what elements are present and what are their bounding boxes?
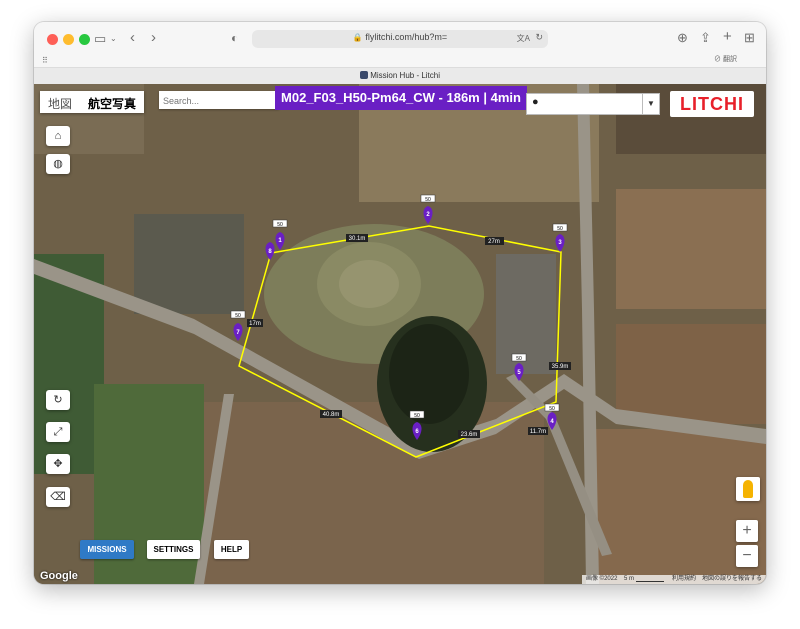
terms-link[interactable]: 利用規約 [672, 575, 696, 584]
waypoint-altitude: 50 [425, 197, 431, 203]
map-type-option-selected[interactable]: 航空写真 [80, 91, 144, 113]
eraser-icon: ⌫ [50, 491, 66, 503]
address-bar[interactable]: 🔒 flylitchi.com/hub?m= 文A ↻ [252, 30, 548, 48]
user-icon: ● [532, 96, 539, 108]
zoom-in-button[interactable]: + [736, 520, 758, 542]
extensions-grid-icon[interactable]: ⠿ [42, 54, 48, 68]
segment-label: 27m [488, 239, 500, 245]
close-window-button[interactable] [47, 34, 58, 45]
reload-icon[interactable]: ↻ [535, 32, 543, 43]
move-button[interactable]: ✥ [46, 454, 70, 474]
search-box[interactable] [159, 91, 279, 110]
search-input[interactable] [159, 92, 279, 110]
segment-label: 11.7m [530, 429, 546, 435]
satellite-map[interactable]: 30.1m 27m 35.9m 11.7m 23.6m 40.8m 17m 50… [34, 84, 766, 584]
map-view[interactable]: 30.1m 27m 35.9m 11.7m 23.6m 40.8m 17m 50… [34, 84, 766, 584]
litchi-logo[interactable]: LITCHI [670, 91, 754, 117]
map-type-toggle[interactable]: 地図 航空写真 [40, 91, 145, 113]
map-type-option[interactable]: 地図 [40, 91, 80, 113]
waypoint-altitude: 50 [557, 226, 563, 232]
tab-bar: Mission Hub - Litchi [34, 67, 766, 85]
mission-title: M02_F03_H50-Pm64_CW - 186m | 4min [275, 86, 527, 110]
help-button[interactable]: HELP [214, 540, 249, 559]
tab-title: Mission Hub - Litchi [370, 71, 441, 80]
waypoint-altitude: 50 [549, 406, 555, 412]
scale-bar [636, 581, 664, 582]
imagery-credit: 画像 ©2022 [586, 576, 618, 582]
pegman-icon [743, 480, 753, 498]
share-icon[interactable]: ⇪ [700, 31, 711, 45]
map-scale[interactable]: 5 m [624, 575, 634, 584]
zoom-out-button[interactable]: − [736, 545, 758, 567]
user-select[interactable]: ● ▼ [526, 93, 660, 115]
zoom-window-button[interactable] [79, 34, 90, 45]
missions-button[interactable]: MISSIONS [80, 540, 134, 559]
globe-button[interactable]: ◍ [46, 154, 70, 174]
browser-window: ▭ ⌄ ‹ › ◐ 🔒 flylitchi.com/hub?m= 文A ↻ ⊕ … [34, 22, 766, 584]
waypoint-altitude: 50 [235, 313, 241, 319]
chevron-down-icon[interactable]: ⌄ [110, 32, 117, 46]
waypoint-altitude: 50 [414, 413, 420, 419]
segment-label: 30.1m [349, 236, 366, 242]
forward-icon[interactable]: › [151, 30, 156, 45]
dropdown-arrow-icon[interactable]: ▼ [642, 94, 659, 114]
home-icon: ⌂ [54, 130, 62, 142]
active-tab[interactable]: Mission Hub - Litchi [34, 71, 766, 80]
minimize-window-button[interactable] [63, 34, 74, 45]
lock-icon: 🔒 [352, 33, 363, 42]
translate-label: 翻訳 [722, 56, 737, 63]
street-view-pegman[interactable] [736, 477, 760, 501]
expand-button[interactable]: ⤢ [46, 422, 70, 442]
move-icon: ✥ [53, 458, 63, 470]
translate-extension[interactable]: ⊘ 翻訳 [714, 54, 737, 64]
sidebar-toggle-icon[interactable]: ▭ [94, 32, 106, 46]
waypoint-altitude: 50 [516, 356, 522, 362]
map-footer: 画像 ©2022 5 m 利用規約 地図の誤りを報告する [582, 575, 766, 584]
new-tab-icon[interactable]: + [723, 29, 732, 44]
download-icon[interactable]: ⊕ [677, 31, 688, 45]
translate-icon[interactable]: 文A [517, 33, 530, 44]
back-icon[interactable]: ‹ [130, 30, 135, 45]
segment-label: 35.9m [552, 364, 569, 370]
shield-icon[interactable]: ◐ [231, 31, 238, 45]
tab-overview-icon[interactable]: ⊞ [744, 31, 755, 45]
home-button[interactable]: ⌂ [46, 126, 70, 146]
globe-icon: ◍ [53, 158, 63, 170]
favicon-icon [359, 71, 368, 79]
waypoint-altitude: 50 [277, 222, 283, 228]
segment-label: 23.6m [461, 432, 478, 438]
eraser-button[interactable]: ⌫ [46, 487, 70, 507]
rotate-button[interactable]: ↻ [46, 390, 70, 410]
url-text: flylitchi.com/hub?m= [365, 32, 448, 42]
google-logo[interactable]: Google [40, 570, 78, 582]
expand-icon: ⤢ [53, 426, 63, 438]
rotate-icon: ↻ [53, 394, 63, 406]
segment-label: 40.8m [323, 412, 340, 418]
settings-button[interactable]: SETTINGS [147, 540, 200, 559]
report-error-link[interactable]: 地図の誤りを報告する [702, 575, 762, 584]
segment-label: 17m [249, 321, 261, 327]
